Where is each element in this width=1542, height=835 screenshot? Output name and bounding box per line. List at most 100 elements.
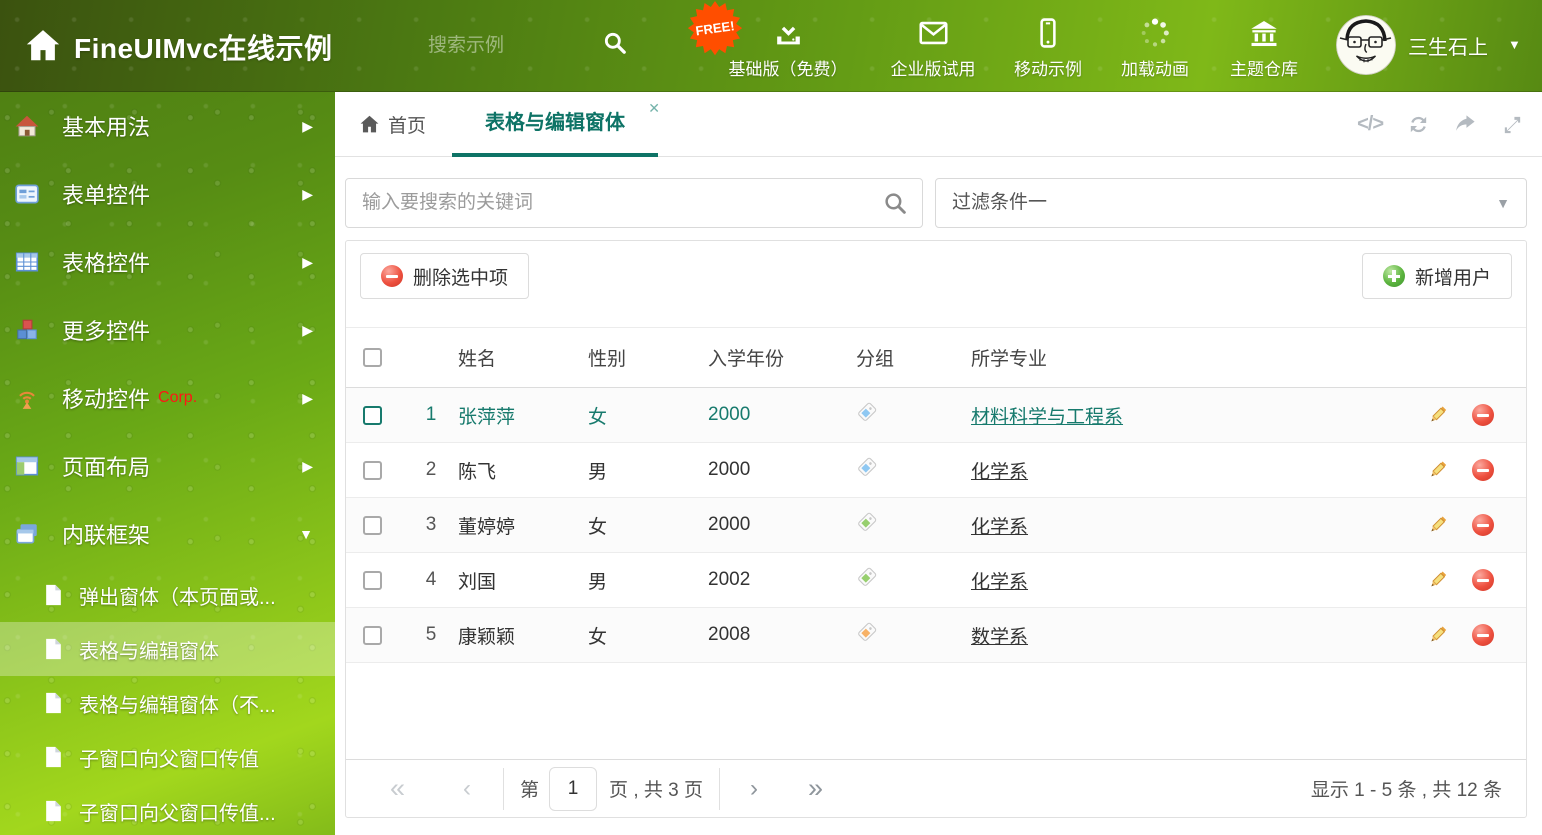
table-icon: [14, 249, 40, 275]
expand-icon[interactable]: [1501, 113, 1524, 136]
cell-year: 2000: [708, 514, 856, 536]
sidebar-item-label: 更多控件: [62, 314, 150, 346]
major-link[interactable]: 材料科学与工程系: [971, 407, 1123, 428]
user-name[interactable]: 三生石上: [1408, 31, 1488, 60]
add-user-button[interactable]: 新增用户: [1362, 253, 1512, 299]
major-link[interactable]: 化学系: [971, 462, 1028, 483]
sidebar-subitem-label: 弹出窗体（本页面或...: [79, 581, 276, 610]
edit-icon[interactable]: [1426, 624, 1448, 646]
sidebar-subitem-grid-edit-window-2[interactable]: 表格与编辑窗体（不...: [0, 676, 335, 730]
row-index: 3: [404, 514, 458, 536]
edit-icon[interactable]: [1426, 459, 1448, 481]
column-header-name[interactable]: 姓名: [458, 344, 588, 371]
chevron-right-icon: ▶: [302, 390, 313, 407]
close-icon[interactable]: ✕: [648, 101, 660, 115]
free-badge: FREE!: [686, 1, 744, 59]
tag-icon: [856, 456, 878, 478]
first-page-button[interactable]: «: [390, 775, 405, 802]
nav-label: 企业版试用: [891, 55, 976, 80]
keyword-search-input[interactable]: [346, 179, 922, 227]
delete-row-icon[interactable]: [1472, 624, 1494, 646]
table-row: 4 刘国 男 2002 化学系: [346, 553, 1526, 608]
delete-row-icon[interactable]: [1472, 569, 1494, 591]
column-header-year[interactable]: 入学年份: [708, 344, 856, 371]
row-checkbox[interactable]: [363, 571, 382, 590]
chevron-right-icon: ▶: [302, 118, 313, 135]
prev-page-button[interactable]: ‹: [463, 777, 471, 801]
edit-icon[interactable]: [1426, 514, 1448, 536]
sidebar-subitem-grid-edit-window[interactable]: 表格与编辑窗体: [0, 622, 335, 676]
sidebar-subitem-label: 表格与编辑窗体（不...: [79, 689, 276, 718]
sidebar-subitem-label: 子窗口向父窗口传值: [79, 743, 259, 772]
tab-grid-edit-window[interactable]: 表格与编辑窗体 ✕: [452, 92, 658, 157]
file-icon: [44, 638, 63, 660]
cell-gender: 女: [588, 512, 708, 539]
nav-item-enterprise-trial[interactable]: 企业版试用: [891, 16, 976, 80]
column-header-major[interactable]: 所学专业: [971, 344, 1396, 371]
minus-icon: [381, 265, 403, 287]
nav-item-theme-repo[interactable]: 主题仓库: [1230, 16, 1298, 80]
share-icon[interactable]: [1454, 113, 1477, 136]
edit-icon[interactable]: [1426, 569, 1448, 591]
sidebar-item-basic-usage[interactable]: 基本用法 ▶: [0, 92, 335, 160]
delete-row-icon[interactable]: [1472, 459, 1494, 481]
home-icon[interactable]: [24, 27, 62, 65]
column-header-gender[interactable]: 性别: [588, 344, 708, 371]
sidebar-item-grid-controls[interactable]: 表格控件 ▶: [0, 228, 335, 296]
spinner-icon: [1138, 16, 1172, 50]
chevron-right-icon: ▶: [302, 322, 313, 339]
file-icon: [44, 584, 63, 606]
row-checkbox[interactable]: [363, 626, 382, 645]
nav-item-basic-free[interactable]: 基础版（免费）: [729, 16, 848, 80]
sidebar-item-label: 表单控件: [62, 178, 150, 210]
cell-gender: 男: [588, 457, 708, 484]
filter-dropdown[interactable]: 过滤条件一 ▼: [935, 178, 1527, 228]
tag-icon: [856, 621, 878, 643]
home-icon: [359, 114, 380, 135]
add-button-label: 新增用户: [1415, 263, 1491, 290]
delete-selected-button[interactable]: 删除选中项: [360, 253, 529, 299]
sidebar-item-iframe[interactable]: 内联框架 ▼: [0, 500, 335, 568]
sidebar-item-mobile-controls[interactable]: 移动控件 Corp. ▶: [0, 364, 335, 432]
sidebar-item-more-controls[interactable]: 更多控件 ▶: [0, 296, 335, 364]
chevron-right-icon: ▶: [302, 186, 313, 203]
row-checkbox[interactable]: [363, 461, 382, 480]
page-content: 过滤条件一 ▼ 删除选中项 新增用户 姓名 性别: [335, 158, 1542, 835]
row-checkbox[interactable]: [363, 516, 382, 535]
file-icon: [44, 800, 63, 822]
refresh-icon[interactable]: [1407, 113, 1430, 136]
edit-icon[interactable]: [1426, 404, 1448, 426]
row-checkbox[interactable]: [363, 406, 382, 425]
search-icon[interactable]: [602, 30, 628, 56]
last-page-button[interactable]: »: [808, 775, 823, 802]
delete-row-icon[interactable]: [1472, 404, 1494, 426]
row-index: 5: [404, 624, 458, 646]
nav-item-loading-animations[interactable]: 加载动画: [1121, 16, 1189, 80]
user-caret-icon[interactable]: ▼: [1508, 37, 1521, 52]
sidebar-subitem-child-to-parent-2[interactable]: 子窗口向父窗口传值...: [0, 784, 335, 835]
view-source-icon[interactable]: </>: [1357, 113, 1383, 136]
next-page-button[interactable]: ›: [750, 777, 758, 801]
page-label-before: 第: [520, 775, 539, 802]
grid-toolbar: 删除选中项 新增用户: [346, 241, 1526, 311]
search-icon[interactable]: [883, 191, 908, 216]
windows-icon: [14, 521, 40, 547]
tab-home[interactable]: 首页: [359, 92, 426, 157]
major-link[interactable]: 数学系: [971, 627, 1028, 648]
nav-item-mobile-demo[interactable]: 移动示例: [1014, 16, 1082, 80]
delete-button-label: 删除选中项: [413, 263, 508, 290]
table-row: 3 董婷婷 女 2000 化学系: [346, 498, 1526, 553]
sidebar-subitem-child-to-parent[interactable]: 子窗口向父窗口传值: [0, 730, 335, 784]
major-link[interactable]: 化学系: [971, 517, 1028, 538]
delete-row-icon[interactable]: [1472, 514, 1494, 536]
header-search-input[interactable]: [428, 28, 588, 64]
select-all-checkbox[interactable]: [363, 348, 382, 367]
sidebar-item-form-controls[interactable]: 表单控件 ▶: [0, 160, 335, 228]
row-index: 2: [404, 459, 458, 481]
sidebar-item-page-layout[interactable]: 页面布局 ▶: [0, 432, 335, 500]
page-number-input[interactable]: [549, 767, 597, 811]
sidebar-subitem-popup-window[interactable]: 弹出窗体（本页面或...: [0, 568, 335, 622]
avatar[interactable]: [1336, 15, 1396, 75]
column-header-group[interactable]: 分组: [856, 344, 971, 371]
major-link[interactable]: 化学系: [971, 572, 1028, 593]
